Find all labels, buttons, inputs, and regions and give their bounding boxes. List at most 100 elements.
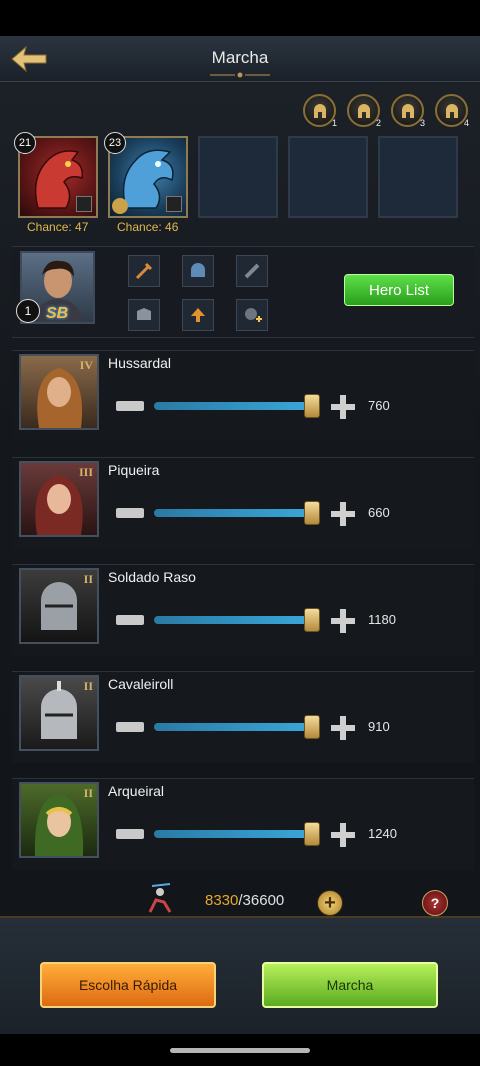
troop-name: Piqueira — [108, 462, 160, 478]
slider-fill — [154, 616, 314, 624]
troop-portrait: IV — [19, 354, 99, 430]
troop-row: IV Hussardal 760 — [12, 350, 474, 442]
dragon-row: 21 23 — [14, 132, 458, 218]
troop-count: 910 — [368, 719, 390, 734]
increase-button[interactable] — [331, 716, 355, 740]
gear-slot[interactable] — [182, 299, 214, 331]
increase-button[interactable] — [331, 502, 355, 526]
capacity-current: 8330 — [205, 892, 239, 909]
capacity-max: /36600 — [238, 892, 285, 909]
formation-number: 1 — [331, 118, 337, 128]
increase-button[interactable] — [331, 823, 355, 847]
quick-select-button[interactable]: Escolha Rápida — [40, 962, 216, 1008]
troop-tier: II — [83, 786, 93, 800]
troop-tier: IV — [79, 358, 93, 372]
title-ornament-icon — [210, 72, 270, 78]
slider-fill — [154, 402, 314, 410]
troop-portrait: III — [19, 461, 99, 537]
troop-row: II Soldado Raso 1180 — [12, 564, 474, 656]
helmet-icon — [313, 103, 326, 118]
dragon-checkbox[interactable] — [76, 196, 92, 212]
decrease-button[interactable] — [116, 722, 144, 732]
footer-bar: Escolha Rápida Marcha — [0, 916, 480, 1034]
slider-handle[interactable] — [304, 822, 320, 846]
dragon-slot-empty[interactable] — [198, 136, 278, 218]
page-title: Marcha — [211, 48, 269, 67]
troop-slider[interactable] — [154, 715, 320, 739]
decrease-button[interactable] — [116, 615, 144, 625]
formation-selector: 1 2 3 4 — [303, 94, 469, 128]
formation-number: 4 — [463, 118, 469, 128]
add-capacity-button[interactable]: + — [317, 890, 343, 916]
gear-slot[interactable] — [182, 255, 214, 287]
troop-count: 660 — [368, 505, 390, 520]
upgrade-arrow-icon — [191, 308, 205, 322]
troop-portrait: II — [19, 675, 99, 751]
troop-row: III Piqueira 660 — [12, 457, 474, 549]
home-indicator[interactable] — [170, 1048, 310, 1053]
hero-list-button[interactable]: Hero List — [344, 274, 454, 306]
troop-name: Cavaleiroll — [108, 676, 174, 692]
gear-slot[interactable] — [236, 299, 268, 331]
troop-row: II Cavaleiroll 910 — [12, 671, 474, 763]
gear-slot[interactable] — [236, 255, 268, 287]
slider-handle[interactable] — [304, 608, 320, 632]
formation-button-2[interactable]: 2 — [347, 94, 381, 128]
formation-button-3[interactable]: 3 — [391, 94, 425, 128]
march-button[interactable]: Marcha — [262, 962, 438, 1008]
slider-fill — [154, 830, 314, 838]
slider-fill — [154, 723, 314, 731]
pillar-icon — [112, 198, 128, 214]
troop-tier: III — [78, 465, 93, 479]
formation-button-4[interactable]: 4 — [435, 94, 469, 128]
troop-count: 760 — [368, 398, 390, 413]
increase-button[interactable] — [331, 395, 355, 419]
troop-portrait: II — [19, 782, 99, 858]
help-button[interactable]: ? — [422, 890, 448, 916]
gear-slot[interactable] — [128, 255, 160, 287]
helmet-icon — [401, 103, 414, 118]
weapon-icon — [244, 263, 260, 279]
troop-name: Arqueiral — [108, 783, 165, 799]
troop-slider[interactable] — [154, 608, 320, 632]
troop-tier: II — [83, 679, 93, 693]
dragon-chance-label: Chance: 46 — [117, 220, 179, 234]
dragon-slot-empty[interactable] — [288, 136, 368, 218]
decrease-button[interactable] — [116, 508, 144, 518]
troop-slider[interactable] — [154, 822, 320, 846]
helmet-icon — [445, 103, 458, 118]
hero-tag: SB — [46, 305, 69, 322]
formation-button-1[interactable]: 1 — [303, 94, 337, 128]
troop-slider[interactable] — [154, 394, 320, 418]
troop-name: Hussardal — [108, 355, 172, 371]
troop-tier: II — [83, 572, 93, 586]
screen: Marcha 1 2 3 4 21 23 Chance: 47 Chance: … — [0, 0, 480, 1066]
hero-panel: 1 SB Hero List — [12, 246, 474, 338]
helmet-icon — [191, 263, 205, 277]
slider-handle[interactable] — [304, 394, 320, 418]
march-screen: Marcha 1 2 3 4 21 23 Chance: 47 Chance: … — [0, 36, 480, 1034]
formation-number: 2 — [375, 118, 381, 128]
dragon-level: 21 — [14, 132, 36, 154]
slider-handle[interactable] — [304, 501, 320, 525]
decrease-button[interactable] — [116, 401, 144, 411]
dragon-slot-empty[interactable] — [378, 136, 458, 218]
helmet-icon — [357, 103, 370, 118]
dragon-checkbox[interactable] — [166, 196, 182, 212]
march-soldier-icon — [142, 880, 178, 916]
dragon-slot-1[interactable]: 21 — [14, 132, 98, 218]
hero-level: 1 — [16, 299, 40, 323]
slider-handle[interactable] — [304, 715, 320, 739]
troop-capacity: 8330/36600 — [205, 892, 284, 909]
dragon-slot-2[interactable]: 23 — [104, 132, 188, 218]
header-bar: Marcha — [0, 36, 480, 82]
gear-slot[interactable] — [128, 299, 160, 331]
slider-fill — [154, 509, 314, 517]
formation-number: 3 — [419, 118, 425, 128]
decrease-button[interactable] — [116, 829, 144, 839]
troop-count: 1240 — [368, 826, 397, 841]
increase-button[interactable] — [331, 609, 355, 633]
dragon-level: 23 — [104, 132, 126, 154]
troop-slider[interactable] — [154, 501, 320, 525]
sword-icon — [135, 262, 153, 280]
